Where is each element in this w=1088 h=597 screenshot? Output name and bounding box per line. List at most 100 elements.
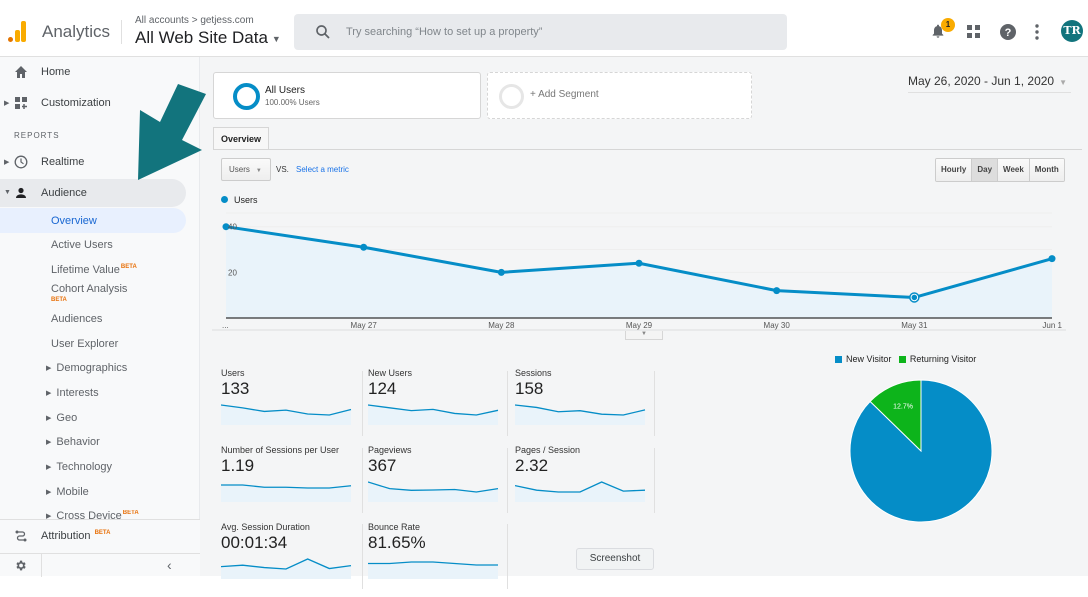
kpi-sparkline — [368, 481, 499, 502]
segment-all-users[interactable]: All Users 100.00% Users — [213, 72, 481, 119]
kpi-value: 133 — [221, 379, 250, 398]
kpi-sparkline — [221, 404, 352, 425]
legend-swatch — [835, 356, 842, 364]
kpi-tile[interactable]: New Users 124 — [368, 368, 508, 443]
x-tick-label: May 28 — [488, 321, 515, 330]
kpi-value: 00:01:34 — [221, 533, 288, 552]
chart-legend[interactable]: Users — [221, 195, 258, 205]
segment-ring-icon — [233, 83, 260, 110]
sidebar-item-geo[interactable]: ▶ Geo — [46, 412, 77, 424]
kpi-sparkline — [515, 404, 646, 425]
add-segment-button[interactable]: + Add Segment — [487, 72, 752, 119]
more-vert-icon[interactable] — [1035, 24, 1039, 40]
expand-arrow-icon: ▶ — [46, 415, 52, 423]
kpi-value: 1.19 — [221, 456, 255, 475]
kpi-divider — [362, 524, 363, 589]
data-point — [773, 287, 781, 295]
tab-divider — [213, 149, 1082, 150]
sidebar-item-lifetime-value[interactable]: Lifetime ValueBETA — [51, 264, 137, 276]
sidebar-label: Audience — [41, 187, 87, 199]
sidebar-label: Mobile — [56, 486, 89, 498]
kpi-value: 81.65% — [368, 533, 426, 552]
sidebar-item-cross-device[interactable]: ▶ Cross DeviceBETA — [46, 510, 139, 519]
y-tick-label: 40 — [228, 223, 237, 232]
date-range-picker[interactable]: May 26, 2020 - Jun 1, 2020 ▼ — [908, 74, 1071, 93]
sidebar-item-demographics[interactable]: ▶ Demographics — [46, 362, 127, 374]
kpi-label: Users — [221, 368, 245, 378]
kpi-tile[interactable]: Users 133 — [221, 368, 361, 443]
sidebar-item-interests[interactable]: ▶ Interests — [46, 387, 99, 399]
app-name[interactable]: Analytics — [42, 22, 110, 42]
sidebar-label: Cohort Analysis — [51, 283, 128, 295]
caret-down-icon: ▼ — [255, 168, 262, 174]
expand-arrow-icon: ▶ — [46, 439, 52, 447]
avatar[interactable]: TR — [1061, 20, 1083, 42]
metric-dropdown[interactable]: Users ▼ — [221, 158, 271, 181]
sidebar-label: Demographics — [56, 362, 128, 374]
sidebar-label: Technology — [56, 461, 113, 473]
sidebar-item-overview[interactable]: Overview — [0, 208, 186, 233]
top-bar: Analytics All accounts > getjess.com All… — [0, 0, 1088, 57]
chart-expand-handle[interactable]: ▼ — [625, 331, 663, 340]
granularity-week[interactable]: Week — [998, 159, 1030, 181]
sidebar-label: Behavior — [56, 436, 100, 448]
kpi-tile[interactable]: Sessions 158 — [515, 368, 655, 443]
select-metric-link[interactable]: Select a metric — [296, 165, 349, 174]
sidebar-item-cohort-analysis[interactable]: Cohort Analysis BETA — [51, 284, 127, 306]
view-selector[interactable]: All Web Site Data ▼ — [135, 28, 281, 48]
search-input[interactable]: Try searching “How to set up a property” — [294, 14, 787, 50]
apps-grid-icon[interactable] — [967, 25, 981, 39]
data-point — [1048, 255, 1056, 263]
sidebar-item-user-explorer[interactable]: User Explorer — [51, 338, 118, 350]
caret-down-icon: ▼ — [271, 33, 281, 44]
person-icon — [16, 187, 26, 198]
sidebar-item-audiences[interactable]: Audiences — [51, 313, 102, 325]
sidebar-item-mobile[interactable]: ▶ Mobile — [46, 486, 89, 498]
sidebar-item-behavior[interactable]: ▶ Behavior — [46, 436, 100, 448]
sidebar-label: Home — [41, 66, 71, 78]
sidebar-label: Cross Device — [56, 510, 122, 519]
sidebar-item-audience[interactable]: ▼ Audience — [0, 179, 186, 207]
dashboard-icon — [15, 97, 27, 109]
granularity-day[interactable]: Day — [972, 159, 999, 181]
sidebar-label: Lifetime Value — [51, 264, 120, 276]
x-tick-label: May 29 — [626, 321, 653, 330]
sidebar-label: Attribution BETA — [41, 530, 110, 542]
vs-label: VS. — [276, 165, 289, 174]
help-icon[interactable]: ? — [1000, 24, 1016, 40]
granularity-hourly[interactable]: Hourly — [936, 159, 973, 181]
sidebar-item-active-users[interactable]: Active Users — [51, 239, 113, 251]
segment-subtitle: 100.00% Users — [265, 98, 320, 107]
clock-icon — [14, 155, 28, 169]
granularity-month[interactable]: Month — [1029, 159, 1064, 181]
kpi-value: 367 — [368, 456, 397, 475]
kpi-value: 158 — [515, 379, 544, 398]
data-point — [635, 259, 643, 267]
search-placeholder: Try searching “How to set up a property” — [346, 26, 543, 38]
analytics-logo-icon[interactable] — [8, 20, 28, 42]
collapse-sidebar-icon[interactable]: ‹ — [167, 557, 172, 573]
sidebar-label: Customization — [41, 97, 111, 109]
expand-arrow-icon: ▶ — [46, 390, 52, 398]
kpi-tile[interactable]: Number of Sessions per User 1.19 — [221, 445, 361, 520]
sidebar-item-technology[interactable]: ▶ Technology — [46, 461, 112, 473]
kpi-tile[interactable]: Pageviews 367 — [368, 445, 508, 520]
settings-gear-icon[interactable] — [14, 559, 27, 572]
account-breadcrumb[interactable]: All accounts > getjess.com — [135, 15, 254, 26]
kpi-label: Sessions — [515, 368, 552, 378]
caret-down-icon: ▼ — [1059, 78, 1068, 87]
legend-swatch — [898, 356, 906, 364]
home-icon — [15, 66, 27, 78]
beta-badge: BETA — [122, 510, 139, 516]
kpi-tile[interactable]: Avg. Session Duration 00:01:34 — [221, 522, 361, 597]
screenshot-tooltip: Screenshot — [576, 548, 654, 570]
kpi-label: Bounce Rate — [368, 522, 421, 532]
tab-overview[interactable]: Overview — [213, 127, 269, 150]
kpi-tile[interactable]: Bounce Rate 81.65% — [368, 522, 508, 597]
sidebar-item-attribution[interactable]: Attribution BETA — [0, 522, 186, 550]
attribution-label: Attribution — [41, 530, 91, 542]
data-point — [360, 243, 368, 251]
data-point — [497, 268, 505, 276]
kpi-value: 124 — [368, 379, 397, 398]
kpi-tile[interactable]: Pages / Session 2.32 — [515, 445, 655, 520]
